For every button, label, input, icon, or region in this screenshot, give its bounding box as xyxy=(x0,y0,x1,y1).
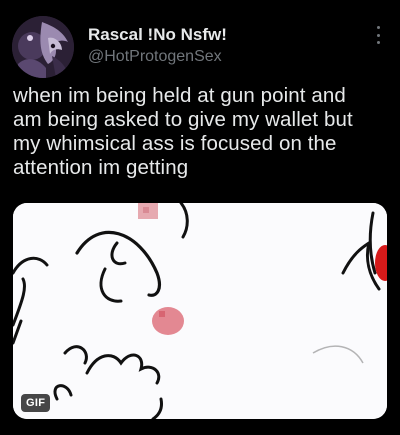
tweet-text: when im being held at gun point and am b… xyxy=(13,84,353,179)
dot xyxy=(376,41,380,44)
gif-badge: GIF xyxy=(21,394,51,412)
gif-frame xyxy=(13,203,387,419)
author-display-name[interactable]: Rascal !No Nsfw! xyxy=(88,25,227,45)
avatar[interactable] xyxy=(12,16,74,78)
gif-media[interactable]: GIF xyxy=(13,203,387,419)
author-handle[interactable]: @HotProtogenSex xyxy=(88,48,222,66)
character-avatar-icon xyxy=(12,16,74,78)
dot xyxy=(376,26,380,29)
tweet-card: Rascal !No Nsfw! @HotProtogenSex when im… xyxy=(0,0,400,435)
dot xyxy=(376,33,380,37)
more-options-icon[interactable] xyxy=(370,24,386,46)
